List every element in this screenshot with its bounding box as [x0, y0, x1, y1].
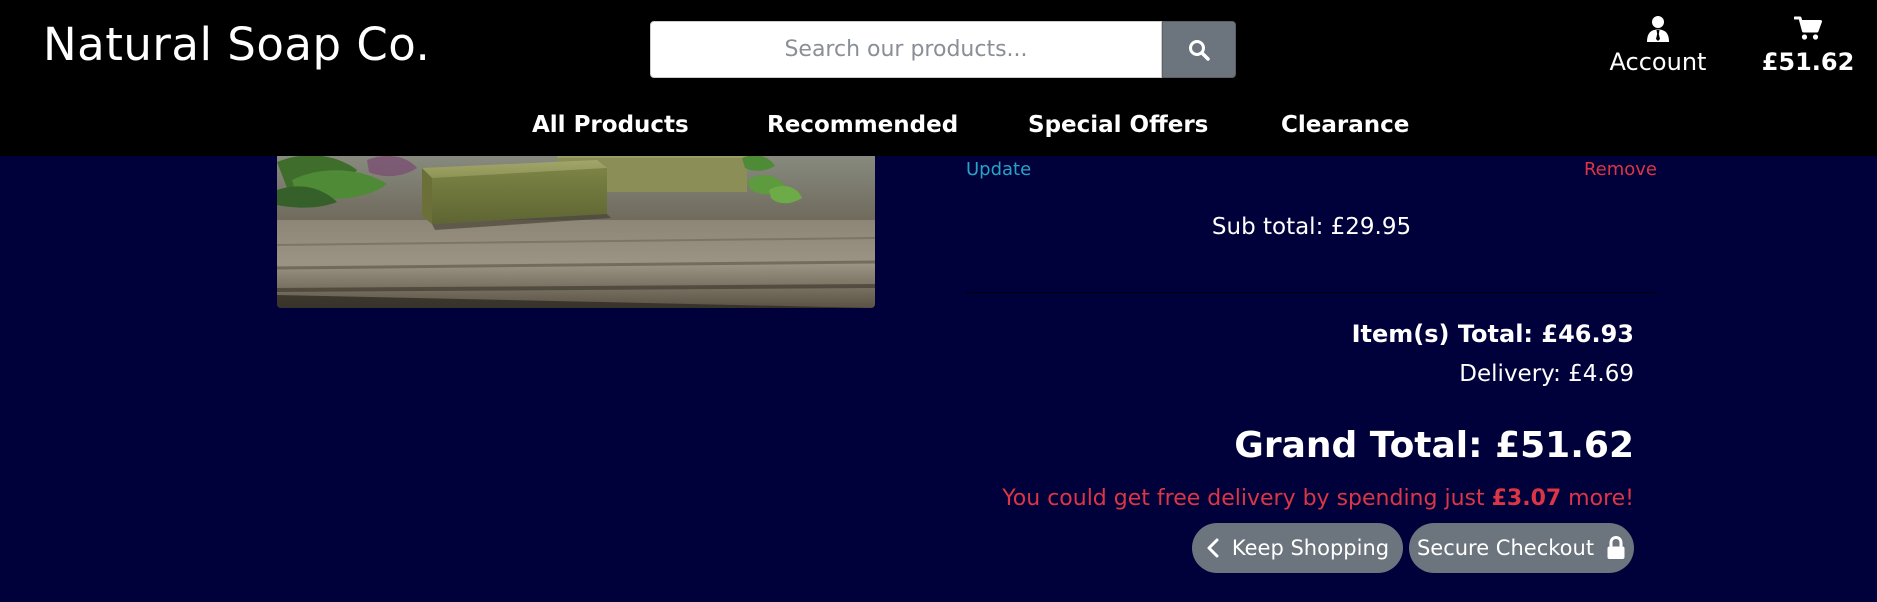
search-form	[650, 21, 1236, 78]
main-nav: All Products Recommended Special Offers …	[0, 112, 1877, 144]
free-delivery-amount: £3.07	[1491, 486, 1562, 511]
nav-clearance[interactable]: Clearance	[1281, 112, 1409, 138]
keep-shopping-label: Keep Shopping	[1231, 536, 1390, 560]
items-total: Item(s) Total: £46.93	[1351, 320, 1634, 348]
secure-checkout-button[interactable]: Secure Checkout	[1409, 523, 1634, 573]
search-icon	[1189, 39, 1210, 61]
search-button[interactable]	[1162, 21, 1236, 78]
free-delivery-message: You could get free delivery by spending …	[1002, 486, 1634, 511]
nav-all-products[interactable]: All Products	[532, 112, 689, 138]
nav-recommended[interactable]: Recommended	[767, 112, 958, 138]
site-header: Natural Soap Co. Account	[0, 0, 1877, 156]
search-input[interactable]	[650, 21, 1162, 78]
shopping-cart-icon	[1758, 15, 1858, 45]
delivery-cost: Delivery: £4.69	[1459, 361, 1634, 387]
shopping-bag[interactable]: £51.62	[1758, 15, 1858, 76]
nav-special-offers[interactable]: Special Offers	[1028, 112, 1208, 138]
secure-checkout-label: Secure Checkout	[1416, 536, 1595, 560]
free-delivery-prefix: You could get free delivery by spending …	[1002, 486, 1492, 511]
user-icon	[1608, 15, 1708, 45]
grand-total: Grand Total: £51.62	[1234, 425, 1634, 466]
free-delivery-suffix: more!	[1561, 486, 1634, 511]
update-link[interactable]: Update	[966, 159, 1031, 180]
cart-total: £51.62	[1761, 48, 1855, 76]
account-menu[interactable]: Account	[1608, 15, 1708, 76]
brand-logo[interactable]: Natural Soap Co.	[43, 18, 430, 71]
summary-divider	[966, 292, 1657, 293]
product-image[interactable]	[277, 150, 875, 308]
chevron-left-icon	[1207, 538, 1219, 558]
lock-icon	[1607, 536, 1625, 559]
item-subtotal: Sub total: £29.95	[1211, 214, 1412, 240]
account-label: Account	[1609, 48, 1707, 76]
remove-link[interactable]: Remove	[1584, 159, 1657, 180]
keep-shopping-button[interactable]: Keep Shopping	[1192, 523, 1403, 573]
